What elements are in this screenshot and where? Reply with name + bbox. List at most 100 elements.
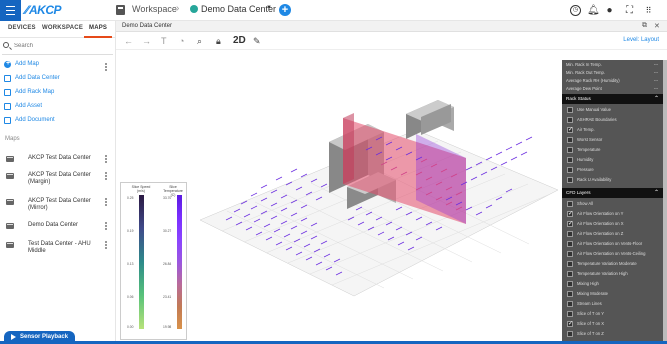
close-icon[interactable]: ✕: [654, 22, 660, 30]
popout-icon[interactable]: ⧉: [642, 22, 647, 30]
tab-workspace[interactable]: WORKSPACE: [42, 25, 83, 31]
more-vert-icon[interactable]: [105, 63, 107, 71]
cfd-layer-checkbox[interactable]: Temperature Variation Moderate: [566, 259, 659, 269]
checkbox-label: ASHRAE Boundaries: [577, 117, 617, 122]
cfd-layer-checkbox[interactable]: Stream Lines: [566, 299, 659, 309]
top-app-bar: ⁄⁄AKCP Workspace › Demo Data Center ▼ + …: [0, 0, 667, 21]
text-tool-icon[interactable]: T: [161, 36, 167, 46]
3d-viewport[interactable]: Slice Speed (m/s) Slice Temperature (C) …: [116, 50, 562, 341]
speed-color-scale: [139, 195, 144, 329]
cfd-layer-checkbox[interactable]: Slice of T on Y: [566, 309, 659, 319]
legend-tick: 0.13: [127, 262, 134, 266]
notifications-icon[interactable]: 🔔︎: [587, 4, 600, 17]
checkbox-icon: [567, 137, 573, 143]
maps-heading: Maps: [5, 136, 20, 142]
dropdown-caret-icon[interactable]: ▼: [266, 5, 272, 11]
legend-tick: 26.84: [163, 262, 172, 266]
apps-grid-icon[interactable]: ⠿: [643, 4, 654, 17]
fullscreen-icon[interactable]: ⛶: [624, 4, 635, 17]
map-icon: [6, 199, 14, 205]
properties-scrollbar[interactable]: [663, 60, 667, 341]
checkbox-icon: [567, 261, 573, 267]
checkbox-icon: [567, 281, 573, 287]
add-asset-label: Add Asset: [15, 103, 43, 109]
menu-icon[interactable]: [0, 0, 21, 21]
cfd-layer-checkbox[interactable]: Mixing High: [566, 279, 659, 289]
lock-icon[interactable]: 🔒︎: [216, 36, 221, 46]
user-icon[interactable]: ●: [604, 4, 615, 17]
checkbox-icon: [567, 201, 573, 207]
more-vert-icon[interactable]: [105, 241, 107, 249]
checkbox-label: Pressure: [577, 167, 594, 172]
map-item-name: AKCP Test Data Center (Margin): [28, 172, 91, 185]
akcp-logo[interactable]: ⁄⁄AKCP: [25, 3, 62, 17]
viewport-toolbar: ← → T ◔ ⌕ 🔒︎ 2D ✎ Level: Layout: [116, 32, 667, 50]
more-vert-icon[interactable]: [105, 198, 107, 206]
rack-status-checkbox[interactable]: ASHRAE Boundaries: [566, 115, 659, 125]
rack-status-title: Rack Status: [566, 96, 591, 101]
sidebar-tabs: DEVICES WORKSPACE MAPS: [0, 21, 116, 38]
rack-status-checkbox[interactable]: Humidity: [566, 155, 659, 165]
checkbox-label: Temperature: [577, 147, 601, 152]
active-tab-indicator: [84, 36, 112, 38]
add-map-label: Add Map: [15, 61, 40, 67]
rack-status-checkbox[interactable]: Rack U Availability: [566, 175, 659, 185]
level-selector[interactable]: Level: Layout: [623, 37, 659, 43]
rack-status-checkbox[interactable]: Use Manual Value: [566, 105, 659, 115]
workspace-title[interactable]: Workspace: [132, 4, 177, 14]
datacenter-selector[interactable]: Demo Data Center: [201, 4, 276, 14]
more-vert-icon[interactable]: [105, 222, 107, 230]
clock-icon[interactable]: ◷: [570, 5, 581, 16]
legend-tick: 0.06: [127, 295, 134, 299]
rack-status-checkbox[interactable]: Air Temp.: [566, 125, 659, 135]
rack-status-section-header[interactable]: Rack Status ⌃: [562, 94, 663, 104]
datacenter-dot-icon: [190, 5, 198, 13]
map-icon: [6, 173, 14, 179]
temperature-color-scale: [177, 195, 182, 329]
cfd-layer-checkbox[interactable]: Air Flow Orientation on X: [566, 219, 659, 229]
cfd-layer-checkbox[interactable]: Air Flow Orientation on Z: [566, 229, 659, 239]
metric-label: Min. Rack Out Temp.: [566, 70, 606, 75]
legend-tick: 0.00: [127, 325, 134, 329]
cfd-layer-checkbox[interactable]: Slice of T on Z: [566, 329, 659, 339]
view-mode-toggle[interactable]: 2D: [233, 36, 246, 46]
legend-tick: 0.19: [127, 229, 134, 233]
cfd-layer-checkbox[interactable]: Slice of T on X: [566, 319, 659, 329]
edit-pencil-icon[interactable]: ✎: [253, 36, 261, 46]
sensor-playback-label: Sensor Playback: [20, 334, 69, 340]
rack-status-checkbox[interactable]: Pressure: [566, 165, 659, 175]
legend-tick: 23.41: [163, 295, 172, 299]
checkbox-label: Rack U Availability: [577, 177, 612, 182]
cfd-layer-checkbox[interactable]: Temperature Variation High: [566, 269, 659, 279]
back-arrow-icon[interactable]: ←: [124, 36, 133, 46]
checkbox-label: Air Flow Orientation on Y: [577, 211, 624, 216]
checkbox-label: Slice of T on X: [577, 321, 605, 326]
sidebar: DEVICES WORKSPACE MAPS Add Map Add Data …: [0, 21, 116, 344]
history-icon[interactable]: ◔: [179, 36, 184, 46]
more-vert-icon[interactable]: [105, 172, 107, 180]
checkbox-label: Use Manual Value: [577, 107, 611, 112]
search-icon[interactable]: ⌕: [197, 36, 202, 46]
map-item-name: Demo Data Center: [28, 222, 79, 228]
cfd-layer-checkbox[interactable]: Mixing Moderate: [566, 289, 659, 299]
legend-tick: 0.25: [127, 196, 134, 200]
rack-status-checkbox[interactable]: Worst Sensor: [566, 135, 659, 145]
tab-devices[interactable]: DEVICES: [8, 25, 36, 31]
search-input[interactable]: [14, 41, 109, 50]
legend-tick: 19.98: [163, 325, 172, 329]
add-icon[interactable]: +: [279, 4, 291, 16]
rack-status-checkbox[interactable]: Temperature: [566, 145, 659, 155]
search-box: [3, 41, 113, 52]
cfd-layer-checkbox[interactable]: Air Flow Orientation on Vents-Floor: [566, 239, 659, 249]
cfd-layer-checkbox[interactable]: Show All: [566, 199, 659, 209]
cfd-layer-checkbox[interactable]: Air Flow Orientation on Y: [566, 209, 659, 219]
datacenter-add-icon: [4, 75, 11, 82]
checkbox-label: Air Flow Orientation on Vents-Ceiling: [577, 251, 646, 256]
map-icon: [6, 156, 14, 162]
more-vert-icon[interactable]: [105, 155, 107, 163]
cfd-layers-section-header[interactable]: CFD Layers ⌃: [562, 188, 663, 198]
tab-maps[interactable]: MAPS: [89, 25, 107, 31]
cfd-layer-checkbox[interactable]: Air Flow Orientation on Vents-Ceiling: [566, 249, 659, 259]
forward-arrow-icon[interactable]: →: [142, 36, 151, 46]
checkbox-icon: [567, 301, 573, 307]
